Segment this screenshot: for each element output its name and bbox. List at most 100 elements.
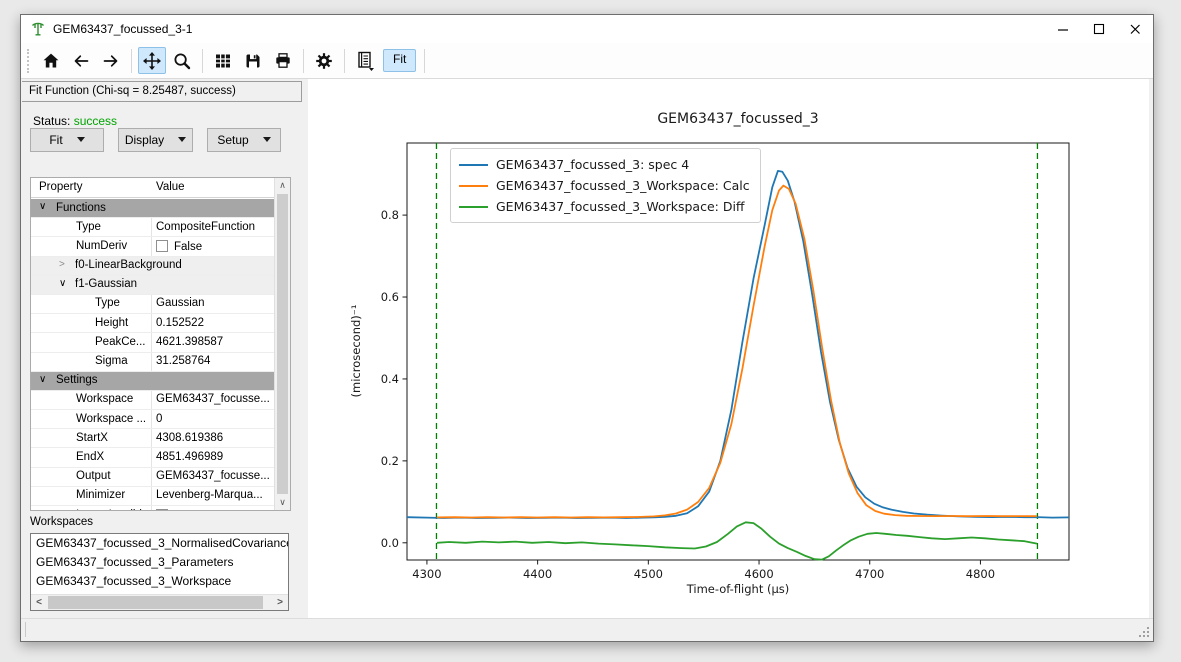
column-divider <box>151 410 152 428</box>
column-divider <box>151 353 152 371</box>
row-value[interactable]: 0.152522 <box>156 317 273 329</box>
row-value[interactable]: 0 <box>156 413 273 425</box>
workspaces-list: GEM63437_focussed_3_NormalisedCovariance… <box>30 533 289 611</box>
scroll-down-icon[interactable]: ∨ <box>275 495 290 510</box>
table-row[interactable]: Height0.152522 <box>31 314 290 333</box>
save-icon <box>243 51 263 71</box>
scroll-left-icon[interactable]: < <box>31 595 47 610</box>
resize-grip[interactable] <box>1137 625 1151 639</box>
scroll-up-icon[interactable]: ∧ <box>275 178 290 193</box>
grid-button[interactable] <box>209 47 237 74</box>
scrollbar-thumb[interactable] <box>48 596 263 609</box>
fit-toggle-button[interactable]: Fit <box>383 49 416 72</box>
table-row[interactable]: ∨Settings <box>31 372 290 391</box>
scroll-right-icon[interactable]: > <box>272 595 288 610</box>
x-axis-label: Time-of-flight (μs) <box>407 582 1069 596</box>
table-row[interactable]: NumDerivFalse <box>31 237 290 256</box>
chevron-expanded-icon[interactable]: ∨ <box>39 201 46 212</box>
workspaces-items: GEM63437_focussed_3_NormalisedCovariance… <box>31 534 288 591</box>
column-header-property: Property <box>39 181 82 193</box>
row-value[interactable]: CompositeFunction <box>156 221 273 233</box>
table-row[interactable]: IgnoreInvalid... False <box>31 506 290 510</box>
table-row[interactable]: Minimizer Levenberg-Marqua... <box>31 487 290 506</box>
display-menu-button[interactable]: Display <box>118 128 193 152</box>
table-row[interactable]: TypeCompositeFunction <box>31 218 290 237</box>
minimize-button[interactable] <box>1045 15 1081 43</box>
row-property: PeakCe... <box>95 336 146 348</box>
window-title: GEM63437_focussed_3-1 <box>53 22 192 36</box>
table-row[interactable]: PeakCe... 4621.398587 <box>31 333 290 352</box>
column-divider <box>151 333 152 351</box>
table-vertical-scrollbar[interactable]: ∧ ∨ <box>274 178 290 510</box>
row-value[interactable]: False <box>156 240 273 253</box>
row-property: Minimizer <box>76 489 125 501</box>
script-icon <box>354 50 376 72</box>
setup-menu-button[interactable]: Setup <box>207 128 281 152</box>
row-value[interactable]: 4851.496989 <box>156 451 273 463</box>
row-value[interactable]: GEM63437_focusse... <box>156 393 273 405</box>
row-property: Workspace <box>76 393 133 405</box>
x-tick-label: 4400 <box>523 567 552 581</box>
gear-icon <box>314 51 334 71</box>
table-row[interactable]: Sigma31.258764 <box>31 353 290 372</box>
settings-button[interactable] <box>310 47 338 74</box>
forward-button[interactable] <box>97 47 125 74</box>
column-divider <box>151 487 152 505</box>
plot-legend[interactable]: GEM63437_focussed_3: spec 4 GEM63437_focu… <box>450 148 761 223</box>
table-row[interactable]: ∨f1-Gaussian <box>31 276 290 295</box>
chevron-down-icon <box>77 137 85 142</box>
generate-script-button[interactable] <box>351 47 379 74</box>
column-divider <box>151 314 152 332</box>
save-button[interactable] <box>239 47 267 74</box>
row-value[interactable]: 4621.398587 <box>156 336 273 348</box>
workspace-list-item[interactable]: GEM63437_focussed_3_NormalisedCovariance… <box>31 534 288 553</box>
row-property: IgnoreInvalid... <box>76 509 151 511</box>
chevron-expanded-icon[interactable]: ∨ <box>39 374 46 385</box>
pan-button[interactable] <box>138 47 166 74</box>
scrollbar-thumb[interactable] <box>277 194 288 494</box>
row-value[interactable]: False <box>156 509 273 511</box>
back-button[interactable] <box>67 47 95 74</box>
print-button[interactable] <box>269 47 297 74</box>
row-value[interactable]: 31.258764 <box>156 355 273 367</box>
fit-menu-button[interactable]: Fit <box>30 128 104 152</box>
row-property: StartX <box>76 432 108 444</box>
table-row[interactable]: Workspace GEM63437_focusse... <box>31 391 290 410</box>
checkbox[interactable] <box>156 240 168 252</box>
workspace-list-item[interactable]: GEM63437_focussed_3_Workspace <box>31 572 288 591</box>
row-property: EndX <box>76 451 104 463</box>
legend-entry[interactable]: GEM63437_focussed_3_Workspace: Calc <box>459 175 750 196</box>
legend-entry[interactable]: GEM63437_focussed_3: spec 4 <box>459 154 750 175</box>
row-value[interactable]: 4308.619386 <box>156 432 273 444</box>
home-button[interactable] <box>37 47 65 74</box>
mantid-logo-icon <box>30 21 46 37</box>
toolbar-drag-handle[interactable] <box>27 49 32 73</box>
checkbox[interactable] <box>156 509 168 511</box>
table-row[interactable]: ∨Functions <box>31 199 290 218</box>
plot-canvas[interactable]: GEM63437_focussed_3 43004400450046004700… <box>308 79 1149 618</box>
y-axis-label: (microsecond)⁻¹ <box>349 305 363 398</box>
workspaces-horizontal-scrollbar[interactable]: < > <box>31 594 288 610</box>
table-row[interactable]: OutputGEM63437_focusse... <box>31 468 290 487</box>
row-value[interactable]: Gaussian <box>156 297 273 309</box>
row-value[interactable]: Levenberg-Marqua... <box>156 489 273 501</box>
magnifier-icon <box>172 51 192 71</box>
legend-entry[interactable]: GEM63437_focussed_3_Workspace: Diff <box>459 196 750 217</box>
minimize-icon <box>1054 20 1072 38</box>
chevron-collapsed-icon[interactable]: > <box>59 259 65 270</box>
zoom-button[interactable] <box>168 47 196 74</box>
table-row[interactable]: StartX 4308.619386 <box>31 429 290 448</box>
workspace-list-item[interactable]: GEM63437_focussed_3_Parameters <box>31 553 288 572</box>
row-value[interactable]: GEM63437_focusse... <box>156 470 273 482</box>
toolbar-separator <box>131 49 132 73</box>
table-row[interactable]: Workspace ...0 <box>31 410 290 429</box>
table-row[interactable]: >f0-LinearBackground <box>31 257 290 276</box>
close-button[interactable] <box>1117 15 1153 43</box>
table-row[interactable]: EndX 4851.496989 <box>31 448 290 467</box>
maximize-button[interactable] <box>1081 15 1117 43</box>
legend-line-sample <box>459 185 488 187</box>
title-bar[interactable]: GEM63437_focussed_3-1 <box>21 15 1153 43</box>
table-row[interactable]: TypeGaussian <box>31 295 290 314</box>
chevron-expanded-icon[interactable]: ∨ <box>59 278 66 289</box>
legend-label: GEM63437_focussed_3: spec 4 <box>496 157 689 172</box>
